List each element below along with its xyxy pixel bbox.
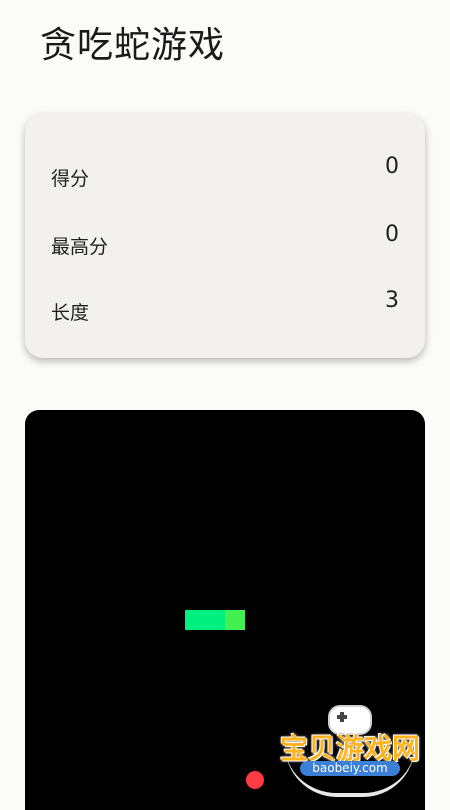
- length-value: 3: [385, 288, 399, 313]
- snake-body: [205, 610, 225, 630]
- high-score-label: 最高分: [51, 236, 109, 258]
- food-dot: [246, 771, 264, 789]
- length-label: 长度: [51, 302, 90, 324]
- stat-row-score: 得分 0: [51, 154, 399, 194]
- snake-tail: [185, 610, 205, 630]
- stats-card: 得分 0 最高分 0 长度 3: [25, 114, 425, 358]
- score-value: 0: [385, 154, 399, 179]
- stat-row-high-score: 最高分 0: [51, 222, 399, 262]
- page-title: 贪吃蛇游戏: [40, 25, 226, 66]
- snake-head: [225, 610, 245, 630]
- high-score-value: 0: [385, 222, 399, 247]
- game-board[interactable]: [25, 410, 425, 810]
- score-label: 得分: [51, 168, 90, 190]
- stat-row-length: 长度 3: [51, 288, 399, 328]
